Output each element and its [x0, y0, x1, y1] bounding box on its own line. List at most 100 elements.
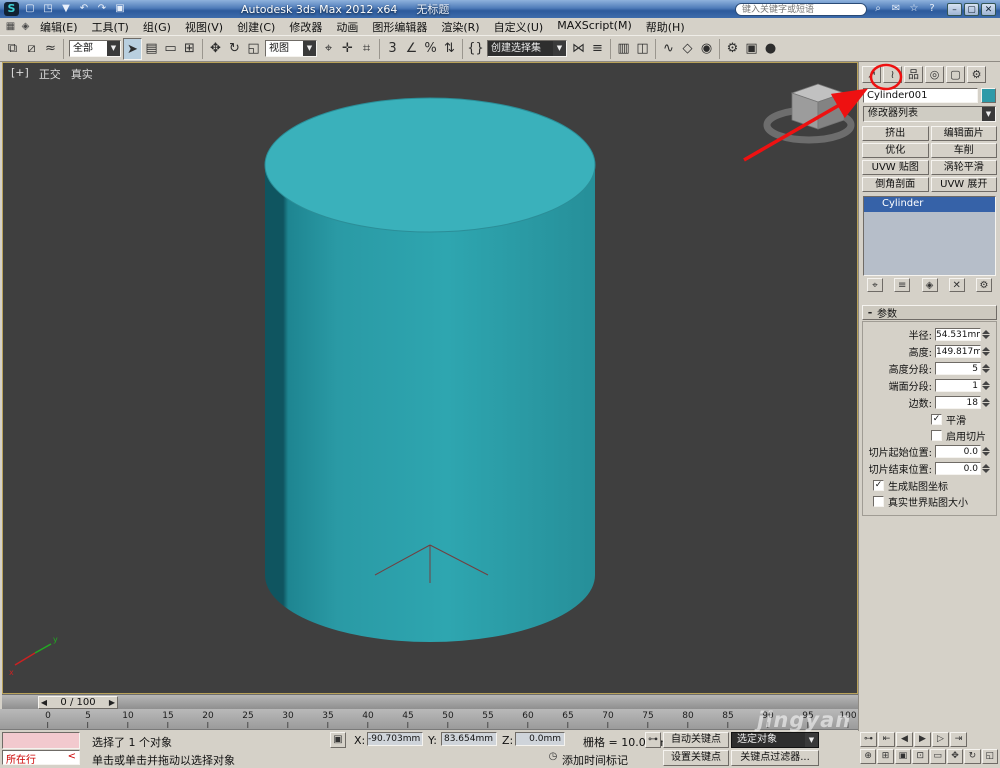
menu-item-4[interactable]: 创建(C) — [230, 19, 282, 35]
communication-center-icon[interactable]: ✉ — [888, 2, 904, 16]
spinner-up-icon[interactable] — [982, 330, 990, 334]
modifier-stack[interactable]: Cylinder — [863, 196, 996, 276]
zoom-extents-icon[interactable]: ▣ — [895, 749, 911, 764]
chevron-down-icon[interactable]: ▼ — [107, 41, 120, 56]
schematic-view-icon[interactable]: ◇ — [678, 38, 697, 60]
z-coord-field[interactable]: 0.0mm — [515, 732, 565, 746]
rendered-frame-window-icon[interactable]: ▣ — [742, 38, 761, 60]
maximize-viewport-icon[interactable]: ◱ — [982, 749, 998, 764]
param-value-field[interactable]: 0.0 — [935, 462, 981, 475]
spinner-down-icon[interactable] — [982, 386, 990, 390]
parameters-rollout-header[interactable]: - 参数 — [862, 305, 997, 320]
modifier-button-1[interactable]: 编辑面片 — [931, 126, 998, 141]
time-slider-track[interactable]: ◀ 0 / 100 ▶ — [2, 694, 858, 709]
open-file-icon[interactable]: ◳ — [40, 2, 56, 16]
spinner-down-icon[interactable] — [982, 469, 990, 473]
menu-item-9[interactable]: 自定义(U) — [487, 19, 551, 35]
undo-icon[interactable]: ↶ — [76, 2, 92, 16]
param-value-field[interactable]: 0.0 — [935, 445, 981, 458]
next-frame-nub-icon[interactable]: ▶ — [107, 697, 117, 708]
modifier-list-dropdown[interactable]: 修改器列表 ▼ — [863, 106, 996, 122]
select-and-scale-icon[interactable]: ◱ — [244, 38, 263, 60]
favorites-icon[interactable]: ☆ — [906, 2, 922, 16]
select-and-move-icon[interactable]: ✥ — [206, 38, 225, 60]
object-color-swatch[interactable] — [981, 88, 996, 103]
perspective-viewport[interactable]: [+] 正交 真实 — [2, 62, 858, 694]
save-file-icon[interactable]: ▼ — [58, 2, 74, 16]
menu-item-8[interactable]: 渲染(R) — [434, 19, 486, 35]
spinner-arrows[interactable] — [981, 328, 991, 341]
keyboard-shortcut-override-icon[interactable]: ⌗ — [357, 38, 376, 60]
align-icon[interactable]: ≡ — [588, 38, 607, 60]
graphite-modeling-tools-icon[interactable]: ◫ — [633, 38, 652, 60]
bind-to-space-warp-icon[interactable]: ≈ — [41, 38, 60, 60]
spinner-arrows[interactable] — [981, 445, 991, 458]
unlink-selection-icon[interactable]: ⧄ — [22, 38, 41, 60]
time-slider[interactable]: ◀ 0 / 100 ▶ — [38, 696, 118, 709]
spinner-up-icon[interactable] — [982, 381, 990, 385]
spinner-down-icon[interactable] — [982, 352, 990, 356]
chevron-down-icon[interactable]: ▼ — [553, 41, 566, 56]
selection-filter-dropdown[interactable]: 全部▼ — [69, 40, 121, 57]
previous-frame-icon[interactable]: ◀ — [896, 732, 913, 747]
go-to-start-icon[interactable]: ⇤ — [878, 732, 895, 747]
spinner-up-icon[interactable] — [982, 447, 990, 451]
viewport-pov-menu[interactable]: 正交 — [39, 66, 61, 82]
spinner-down-icon[interactable] — [982, 335, 990, 339]
menu-item-5[interactable]: 修改器 — [282, 19, 329, 35]
configure-modifier-sets-icon[interactable]: ⚙ — [976, 278, 992, 292]
maxscript-mini-listener[interactable]: 所在行 < — [2, 750, 80, 765]
create-tab-icon[interactable]: ↗ — [862, 66, 881, 83]
curve-editor-icon[interactable]: ∿ — [659, 38, 678, 60]
menu-item-10[interactable]: MAXScript(M) — [550, 19, 639, 35]
spinner-up-icon[interactable] — [982, 464, 990, 468]
modify-tab-icon[interactable]: ≀ — [883, 66, 902, 83]
snap-toggle-3d-icon[interactable]: 3 — [383, 38, 402, 60]
spinner-up-icon[interactable] — [982, 398, 990, 402]
zoom-all-icon[interactable]: ⊞ — [877, 749, 893, 764]
angle-snap-icon[interactable]: ∠ — [402, 38, 421, 60]
spinner-up-icon[interactable] — [982, 364, 990, 368]
select-and-link-icon[interactable]: ⧉ — [3, 38, 22, 60]
spinner-up-icon[interactable] — [982, 347, 990, 351]
selection-lock-icon[interactable]: ▣ — [330, 732, 346, 748]
key-selection-dropdown[interactable]: 选定对象 ▼ — [731, 732, 819, 748]
timeline-ruler[interactable]: 0510152025303540455055606570758085909510… — [0, 709, 858, 730]
play-animation-icon[interactable]: ▶ — [914, 732, 931, 747]
chevron-down-icon[interactable]: ▼ — [303, 41, 316, 56]
orbit-icon[interactable]: ↻ — [964, 749, 980, 764]
menu-item-6[interactable]: 动画 — [329, 19, 365, 35]
utilities-tab-icon[interactable]: ⚙ — [967, 66, 986, 83]
next-frame-icon[interactable]: ▷ — [932, 732, 949, 747]
new-scene-icon[interactable]: ▢ — [22, 2, 38, 16]
modifier-button-6[interactable]: 倒角剖面 — [862, 177, 929, 192]
spinner-down-icon[interactable] — [982, 369, 990, 373]
window-crossing-icon[interactable]: ⊞ — [180, 38, 199, 60]
viewport-general-menu[interactable]: [+] — [11, 66, 29, 82]
spinner-arrows[interactable] — [981, 396, 991, 409]
select-by-name-icon[interactable]: ▤ — [142, 38, 161, 60]
app-logo-icon[interactable]: S — [4, 2, 19, 16]
go-to-end-icon[interactable]: ⇥ — [950, 732, 967, 747]
percent-snap-icon[interactable]: % — [421, 38, 440, 60]
remove-modifier-icon[interactable]: ✕ — [949, 278, 965, 292]
help-icon[interactable]: ? — [924, 2, 940, 16]
motion-tab-icon[interactable]: ◎ — [925, 66, 944, 83]
pin-stack-icon[interactable]: ⌖ — [867, 278, 883, 292]
spinner-down-icon[interactable] — [982, 452, 990, 456]
modifier-button-5[interactable]: 涡轮平滑 — [931, 160, 998, 175]
param-value-field[interactable]: 1 — [935, 379, 981, 392]
add-time-tag-button[interactable]: 添加时间标记 — [562, 752, 628, 768]
edit-named-selection-sets-icon[interactable]: {} — [466, 38, 485, 60]
show-end-result-icon[interactable]: ≡ — [894, 278, 910, 292]
spinner-arrows[interactable] — [981, 362, 991, 375]
checkbox[interactable]: ✓ — [931, 414, 942, 425]
auto-key-button[interactable]: 自动关键点 — [663, 732, 729, 748]
select-and-manipulate-icon[interactable]: ✛ — [338, 38, 357, 60]
use-pivot-point-center-icon[interactable]: ⌖ — [319, 38, 338, 60]
modifier-button-2[interactable]: 优化 — [862, 143, 929, 158]
hierarchy-tab-icon[interactable]: 品 — [904, 66, 923, 83]
named-selection-sets-dropdown[interactable]: 创建选择集▼ — [487, 40, 567, 57]
spinner-arrows[interactable] — [981, 379, 991, 392]
listener-scroll-icon[interactable]: < — [68, 751, 76, 764]
